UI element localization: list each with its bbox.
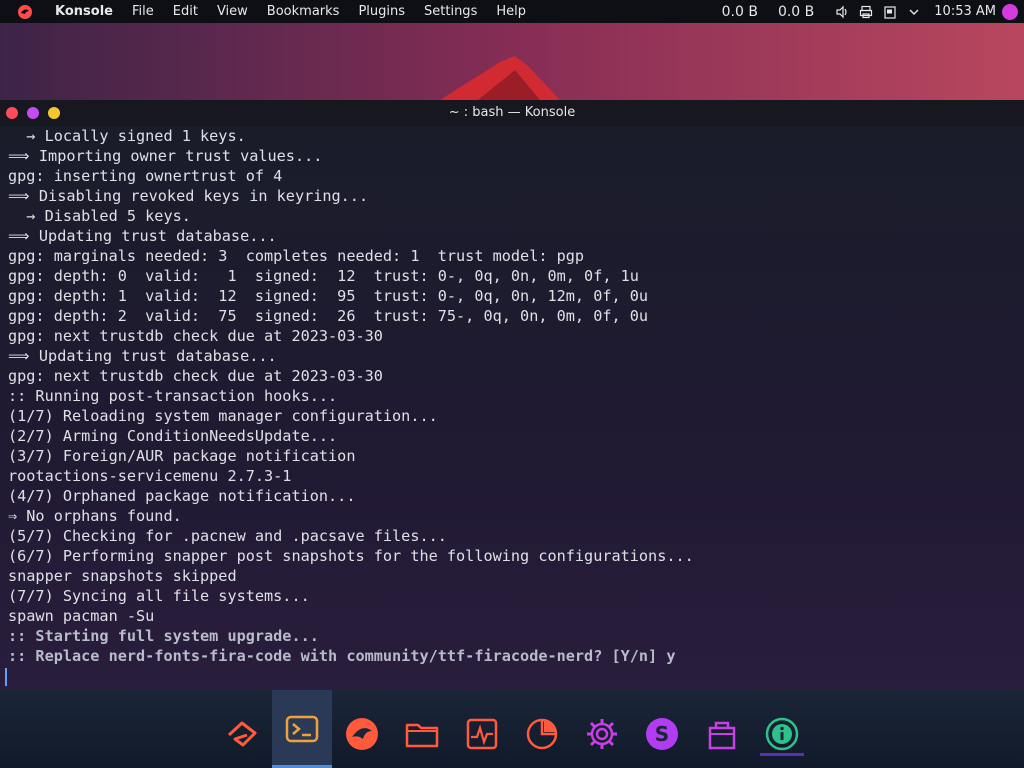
menu-bookmarks[interactable]: Bookmarks [267,4,340,19]
garuda-icon[interactable] [220,712,264,756]
network-download-speed[interactable]: 0.0 B [722,4,758,20]
terminal-line: gpg: marginals needed: 3 completes neede… [8,247,585,265]
text-cursor [5,668,7,686]
clock[interactable]: 10:53 AM [934,4,996,19]
terminal-line: (5/7) Checking for .pacnew and .pacsave … [8,527,447,545]
package-store-icon[interactable] [700,712,744,756]
terminal-line: (3/7) Foreign/AUR package notification [8,447,356,465]
terminal-output[interactable]: → Locally signed 1 keys. ⟹ Importing own… [0,126,1024,690]
terminal-line: :: Running post-transaction hooks... [8,387,338,405]
terminal-line: spawn pacman -Su [8,607,155,625]
dragon-icon[interactable] [340,712,384,756]
terminal-line: ⟹ Disabling revoked keys in keyring... [8,187,369,205]
terminal-line: (1/7) Reloading system manager configura… [8,407,438,425]
taskbar-dock: S [0,690,1024,768]
terminal-line: gpg: next trustdb check due at 2023-03-3… [8,367,383,385]
running-indicator [760,753,804,756]
garuda-logo-icon[interactable] [17,4,33,20]
chevron-down-icon[interactable] [906,4,922,20]
konsole-window: ~ : bash — Konsole → Locally signed 1 ke… [0,100,1024,690]
terminal-line: gpg: depth: 1 valid: 12 signed: 95 trust… [8,287,649,305]
clipboard-icon[interactable] [882,4,898,20]
terminal-line: (2/7) Arming ConditionNeedsUpdate... [8,427,338,445]
terminal-line: → Locally signed 1 keys. [8,127,246,145]
disk-usage-icon[interactable] [520,712,564,756]
terminal-line: ⟹ Updating trust database... [8,347,277,365]
terminal-line: (6/7) Performing snapper post snapshots … [8,547,694,565]
terminal-line: gpg: depth: 0 valid: 1 signed: 12 trust:… [8,267,639,285]
terminal-line: (4/7) Orphaned package notification... [8,487,356,505]
menu-file[interactable]: File [132,4,154,19]
terminal-line: :: Starting full system upgrade... [8,627,319,645]
terminal-line: snapper snapshots skipped [8,567,237,585]
menu-edit[interactable]: Edit [173,4,198,19]
terminal-line: ⟹ Importing owner trust values... [8,147,323,165]
menu-plugins[interactable]: Plugins [358,4,405,19]
info-icon[interactable] [760,712,804,756]
top-panel: Konsole File Edit View Bookmarks Plugins… [0,0,1024,23]
terminal-line: → Disabled 5 keys. [8,207,191,225]
terminal-line: gpg: inserting ownertrust of 4 [8,167,283,185]
settings-gear-icon[interactable] [580,712,624,756]
app-name[interactable]: Konsole [55,4,113,19]
system-monitor-icon[interactable] [460,712,504,756]
terminal-line: rootactions-servicemenu 2.7.3-1 [8,467,292,485]
s-app-icon[interactable]: S [640,712,684,756]
terminal-line: ⇒ No orphans found. [8,507,182,525]
network-upload-speed[interactable]: 0.0 B [778,4,814,20]
svg-text:S: S [655,722,669,746]
printer-icon[interactable] [858,4,874,20]
terminal-line: gpg: next trustdb check due at 2023-03-3… [8,327,383,345]
volume-icon[interactable] [834,4,850,20]
folder-icon[interactable] [400,712,444,756]
terminal-line: ⟹ Updating trust database... [8,227,277,245]
terminal-line: :: Replace nerd-fonts-fira-code with com… [8,647,676,665]
terminal-icon[interactable] [272,690,332,768]
menu-help[interactable]: Help [496,4,526,19]
window-titlebar[interactable]: ~ : bash — Konsole [0,100,1024,126]
menu-settings[interactable]: Settings [424,4,477,19]
terminal-line: gpg: depth: 2 valid: 75 signed: 26 trust… [8,307,649,325]
window-title: ~ : bash — Konsole [448,105,576,120]
user-avatar-icon[interactable] [1002,3,1018,20]
menu-view[interactable]: View [217,4,248,19]
terminal-line: (7/7) Syncing all file systems... [8,587,310,605]
